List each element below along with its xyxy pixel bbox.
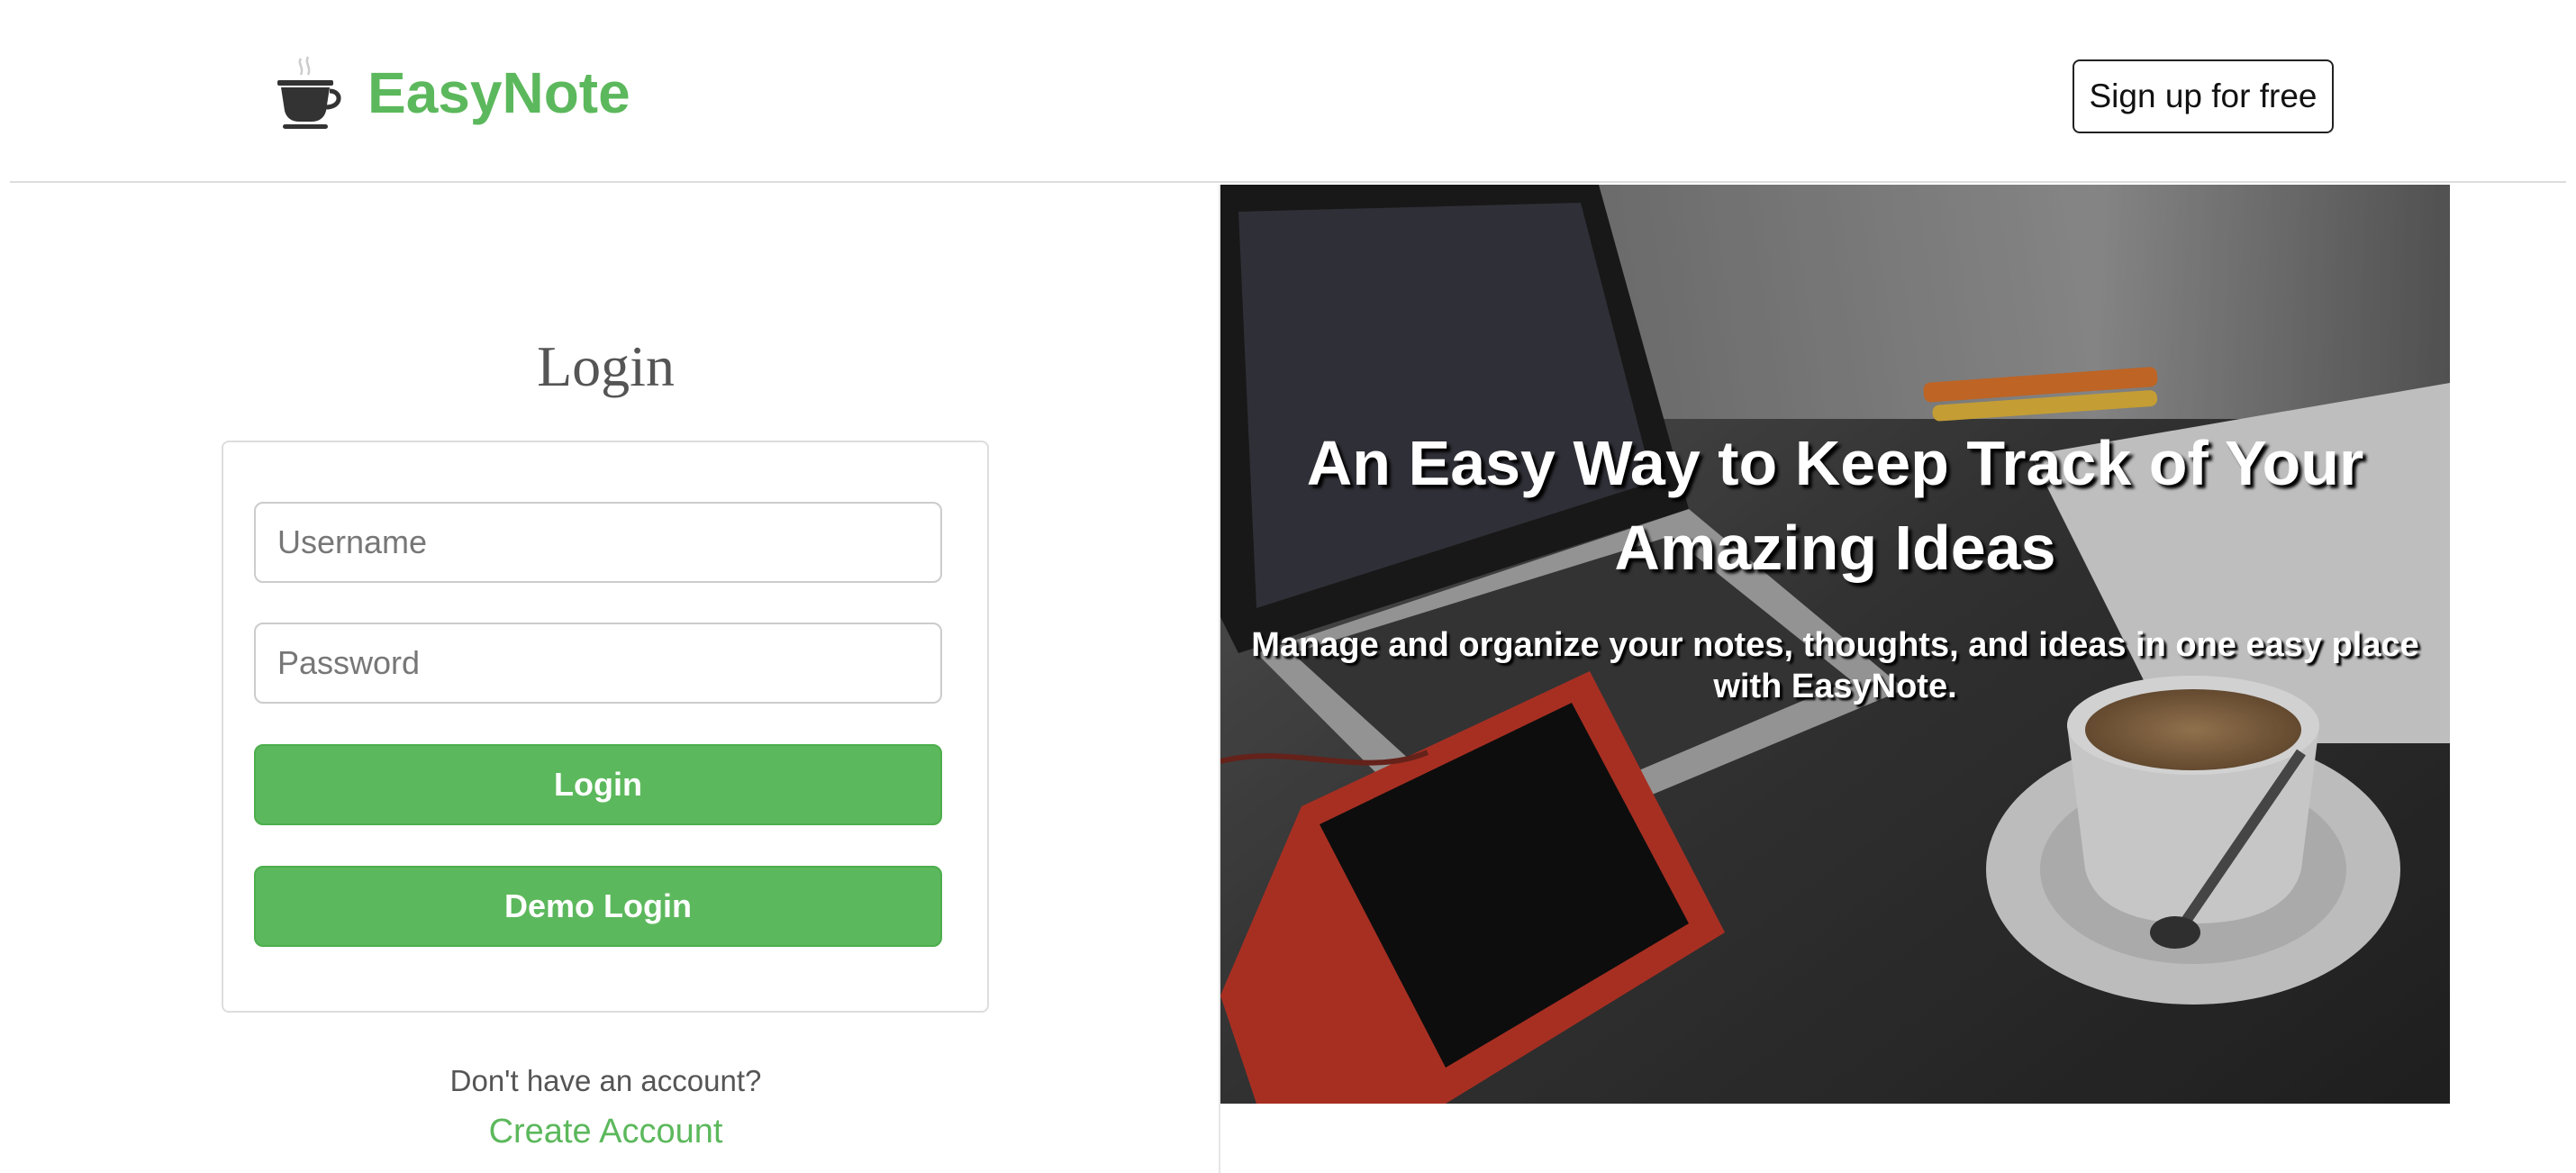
signup-button[interactable]: Sign up for free bbox=[2073, 59, 2334, 133]
brand-name: EasyNote bbox=[367, 60, 630, 125]
coffee-cup-icon bbox=[277, 56, 341, 129]
login-title: Login bbox=[537, 334, 675, 398]
password-input[interactable] bbox=[254, 623, 942, 704]
brand-logo[interactable]: EasyNote bbox=[274, 52, 630, 133]
login-button[interactable]: Login bbox=[254, 744, 942, 825]
hero-banner: An Easy Way to Keep Track of Your Amazin… bbox=[1220, 185, 2450, 1104]
login-panel: Login Login Demo Login Don't have an acc… bbox=[0, 185, 1220, 1173]
top-navbar: EasyNote Sign up for free bbox=[10, 0, 2566, 183]
hero-subtitle: Manage and organize your notes, thoughts… bbox=[1251, 626, 2419, 705]
hero-title: An Easy Way to Keep Track of Your Amazin… bbox=[1306, 428, 2364, 583]
create-account-link-row: Create Account bbox=[0, 1113, 1211, 1151]
demo-login-button[interactable]: Demo Login bbox=[254, 866, 942, 947]
login-form: Login Demo Login bbox=[222, 441, 989, 1013]
username-input[interactable] bbox=[254, 502, 942, 583]
create-account-link[interactable]: Create Account bbox=[489, 1113, 723, 1150]
no-account-text: Don't have an account? bbox=[449, 1064, 762, 1097]
